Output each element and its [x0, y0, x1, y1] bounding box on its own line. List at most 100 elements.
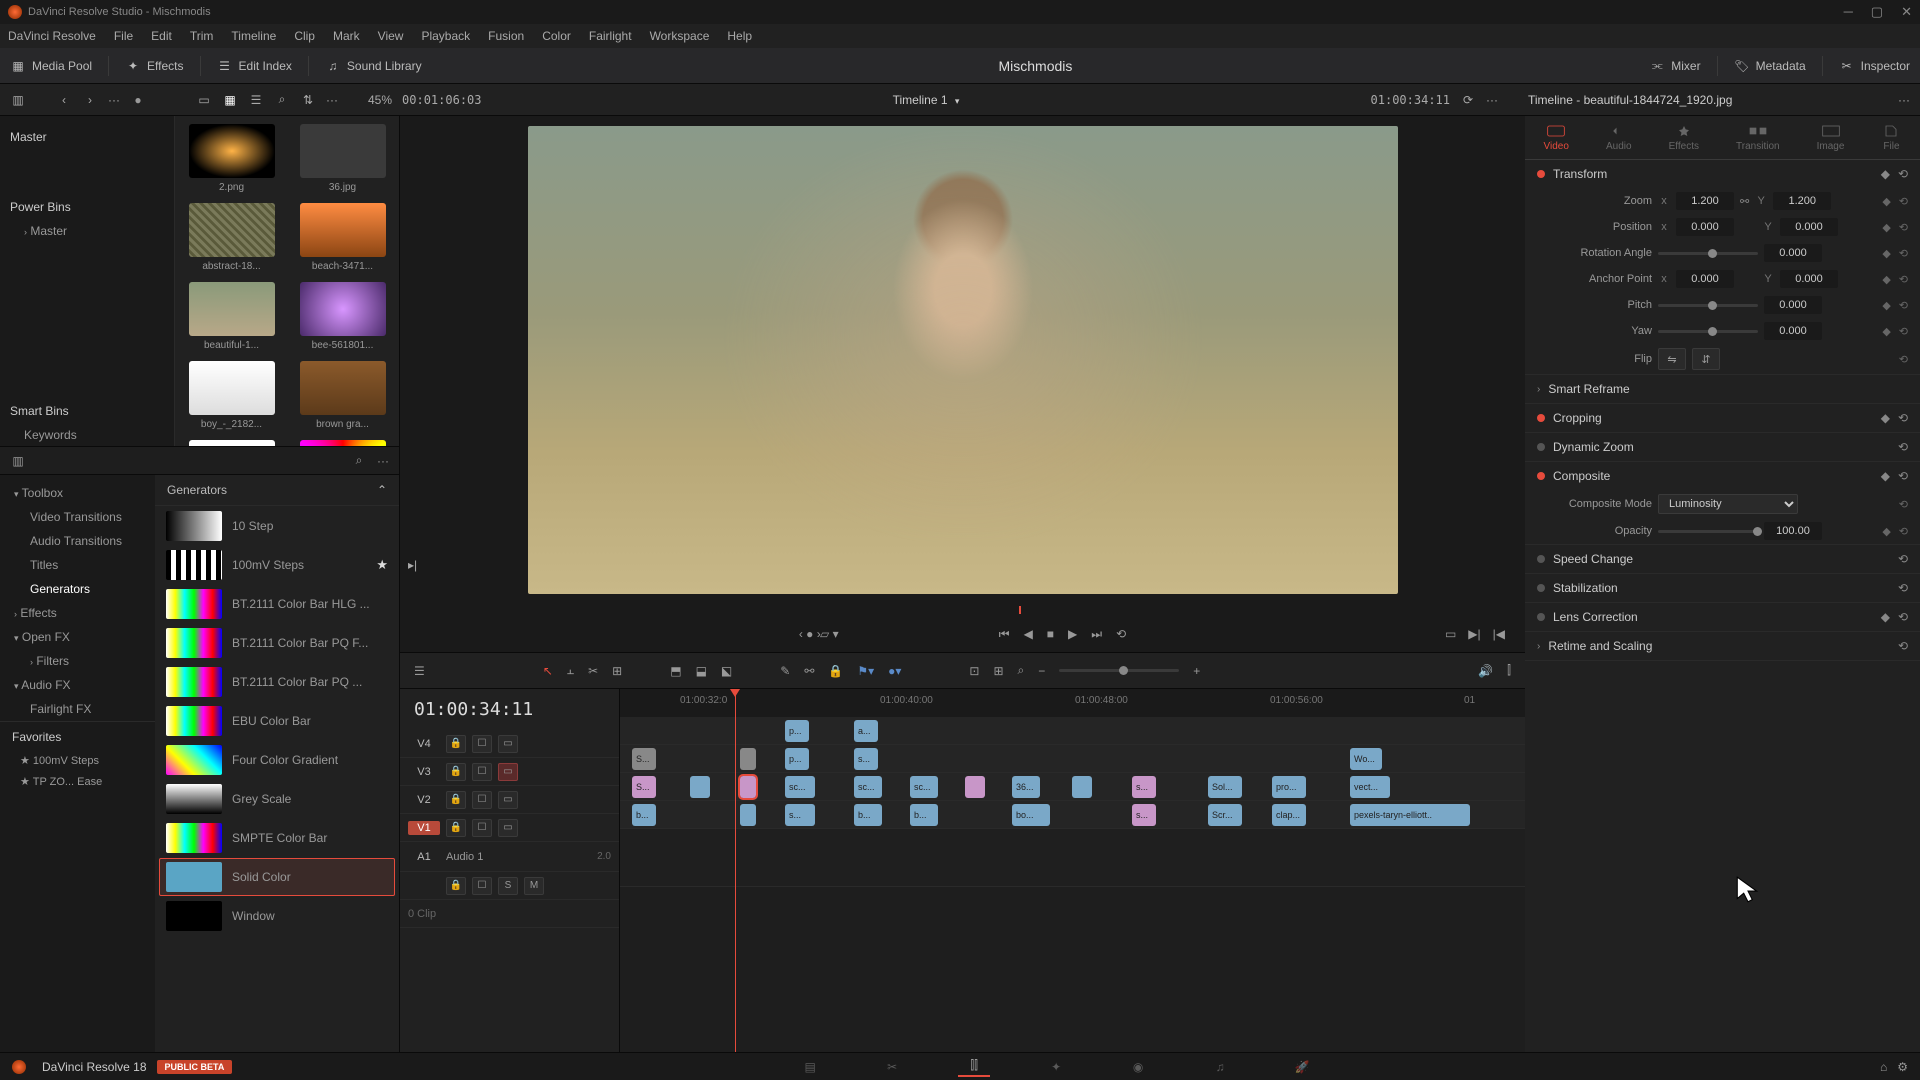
keyframe-icon[interactable]: ◆: [1882, 195, 1890, 208]
bin-power-bins[interactable]: Power Bins: [10, 200, 164, 214]
page-cut-icon[interactable]: ✂: [876, 1057, 908, 1077]
lock-icon[interactable]: 🔒: [446, 877, 466, 895]
timeline-timecode[interactable]: 01:00:34:11: [400, 689, 619, 730]
generator-item[interactable]: BT.2111 Color Bar PQ F...: [159, 624, 395, 662]
clip[interactable]: S...: [632, 748, 656, 770]
opacity-field[interactable]: 100.00: [1764, 522, 1822, 540]
reset-icon[interactable]: ⟲: [1899, 221, 1908, 234]
maximize-icon[interactable]: ▢: [1871, 4, 1883, 20]
menu-resolve[interactable]: DaVinci Resolve: [8, 29, 96, 43]
media-thumb[interactable]: bee-561801...: [294, 282, 391, 351]
fx-toolbox[interactable]: ▾ Toolbox: [0, 481, 155, 505]
edit-index-button[interactable]: ☰Edit Index: [217, 58, 292, 74]
generator-item[interactable]: 100mV Steps★: [159, 546, 395, 584]
search-icon[interactable]: ⌕: [1018, 663, 1025, 678]
clip[interactable]: pro...: [1272, 776, 1306, 798]
search-icon[interactable]: ⌕: [351, 453, 367, 469]
fx-openfx[interactable]: ▾ Open FX: [0, 625, 155, 649]
clip[interactable]: s...: [1132, 804, 1156, 826]
generator-item[interactable]: BT.2111 Color Bar HLG ...: [159, 585, 395, 623]
marker-tool-icon[interactable]: ✎: [780, 664, 790, 678]
flip-h-button[interactable]: ⇋: [1658, 348, 1686, 370]
lens-correction-header[interactable]: Lens Correction◆⟲: [1525, 603, 1920, 631]
clip[interactable]: 36...: [1012, 776, 1040, 798]
media-thumb[interactable]: beach-3471...: [294, 203, 391, 272]
disabled-icon[interactable]: ▭: [498, 763, 518, 781]
track-v3[interactable]: S... p... s... Wo...: [620, 745, 1525, 773]
jump-prev-icon[interactable]: |◀: [1493, 627, 1505, 641]
composite-header[interactable]: Composite◆⟲: [1525, 462, 1920, 490]
transform-overlay-button[interactable]: ▱ ▾: [820, 627, 839, 641]
keyframe-icon[interactable]: ◆: [1882, 299, 1890, 312]
menu-view[interactable]: View: [378, 29, 404, 43]
fav-item[interactable]: ★ TP ZO... Ease: [12, 771, 143, 792]
expand-icon[interactable]: ▸|: [408, 558, 417, 572]
clip[interactable]: Sol...: [1208, 776, 1242, 798]
loop-icon[interactable]: ⟲: [1116, 627, 1126, 641]
reset-icon[interactable]: ⟲: [1899, 325, 1908, 338]
inspector-tab-video[interactable]: Video: [1544, 123, 1569, 152]
keyframe-icon[interactable]: ◆: [1882, 325, 1890, 338]
settings-icon[interactable]: ⚙: [1897, 1060, 1908, 1074]
generator-item[interactable]: Window: [159, 897, 395, 935]
render-cache-icon[interactable]: ⟳: [1460, 92, 1476, 108]
timeline-view-icon[interactable]: ☰: [414, 664, 425, 678]
retime-header[interactable]: ›Retime and Scaling⟲: [1525, 632, 1920, 660]
media-thumb[interactable]: 2.png: [183, 124, 280, 193]
link-icon[interactable]: ⚯: [804, 664, 814, 678]
fav-item[interactable]: ★ 100mV Steps: [12, 750, 143, 771]
reset-icon[interactable]: ⟲: [1898, 469, 1908, 483]
more-icon[interactable]: ···: [1486, 93, 1498, 107]
page-edit-icon[interactable]: ⫿⫿: [958, 1057, 990, 1077]
menu-timeline[interactable]: Timeline: [231, 29, 276, 43]
fx-audio-transitions[interactable]: Audio Transitions: [0, 529, 155, 553]
zoom-y-field[interactable]: 1.200: [1773, 192, 1831, 210]
fx-titles[interactable]: Titles: [0, 553, 155, 577]
playhead[interactable]: [735, 689, 736, 1052]
clip[interactable]: s...: [785, 804, 815, 826]
generator-item[interactable]: 10 Step: [159, 507, 395, 545]
reset-icon[interactable]: ⟲: [1899, 525, 1908, 538]
smart-reframe-header[interactable]: ›Smart Reframe: [1525, 375, 1920, 403]
menu-clip[interactable]: Clip: [294, 29, 315, 43]
fx-panel-icon[interactable]: ▥: [10, 453, 26, 469]
trim-tool-icon[interactable]: ⫠: [567, 663, 574, 678]
fx-fairlight[interactable]: Fairlight FX: [0, 697, 155, 721]
reset-icon[interactable]: ⟲: [1898, 639, 1908, 653]
insert-icon[interactable]: ⊞: [612, 664, 622, 678]
prev-edit-icon[interactable]: ‹ ● ›: [799, 627, 821, 641]
lock-icon[interactable]: 🔒: [446, 763, 466, 781]
lock-icon[interactable]: 🔒: [446, 791, 466, 809]
auto-select-icon[interactable]: ☐: [472, 791, 492, 809]
menu-color[interactable]: Color: [542, 29, 571, 43]
home-icon[interactable]: ⌂: [1880, 1060, 1887, 1074]
play-icon[interactable]: ▶: [1068, 627, 1077, 641]
page-fusion-icon[interactable]: ✦: [1040, 1057, 1072, 1077]
zoom-slider[interactable]: [1059, 669, 1179, 672]
reset-icon[interactable]: ⟲: [1899, 353, 1908, 366]
page-color-icon[interactable]: ◉: [1122, 1057, 1154, 1077]
inspector-tab-transition[interactable]: Transition: [1736, 123, 1780, 152]
bin-view-icon[interactable]: ▥: [10, 92, 26, 108]
fx-video-transitions[interactable]: Video Transitions: [0, 505, 155, 529]
visible-icon[interactable]: ▭: [498, 819, 518, 837]
opacity-slider[interactable]: [1658, 530, 1758, 533]
chevron-down-icon[interactable]: ▾: [955, 96, 960, 106]
keyframe-icon[interactable]: ◆: [1881, 167, 1890, 181]
reset-icon[interactable]: ⟲: [1898, 411, 1908, 425]
reset-icon[interactable]: ⟲: [1899, 195, 1908, 208]
inspector-tab-image[interactable]: Image: [1817, 123, 1845, 152]
inspector-button[interactable]: ✂Inspector: [1839, 58, 1910, 74]
media-thumb[interactable]: boy_-_2182...: [183, 361, 280, 430]
menu-fairlight[interactable]: Fairlight: [589, 29, 632, 43]
track-v2[interactable]: S... sc... sc... sc... 36... s... Sol...…: [620, 773, 1525, 801]
clip[interactable]: a...: [854, 720, 878, 742]
generator-item[interactable]: BT.2111 Color Bar PQ ...: [159, 663, 395, 701]
reset-icon[interactable]: ⟲: [1898, 167, 1908, 181]
chevron-up-icon[interactable]: ⌃: [377, 483, 387, 497]
lock-icon[interactable]: 🔒: [446, 735, 466, 753]
keyframe-icon[interactable]: ◆: [1881, 610, 1890, 624]
reset-icon[interactable]: ⟲: [1898, 610, 1908, 624]
lock-icon[interactable]: 🔒: [446, 819, 466, 837]
blade-tool-icon[interactable]: ✂: [588, 664, 598, 678]
